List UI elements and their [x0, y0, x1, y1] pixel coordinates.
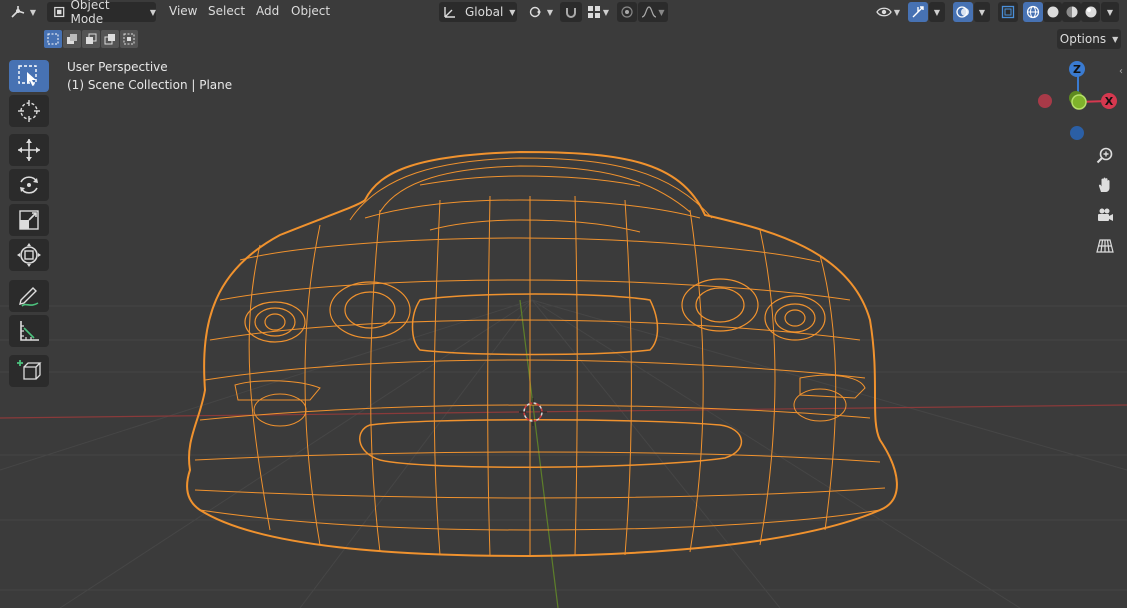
neg-x-axis-dot[interactable] [1038, 94, 1052, 108]
options-label: Options [1059, 32, 1107, 46]
wireframe-sphere-icon [1026, 5, 1040, 19]
gizmo-icon [912, 6, 924, 18]
chevron-down-icon: ▼ [149, 7, 156, 17]
falloff-dropdown[interactable]: ▼ [638, 2, 668, 22]
zoom-icon [1096, 147, 1113, 164]
pivot-point-icon [529, 6, 541, 18]
select-subtract-button[interactable] [82, 30, 100, 48]
overlays-toggle[interactable] [953, 2, 973, 22]
select-new-icon [47, 33, 59, 45]
tool-select-box[interactable] [9, 60, 49, 92]
view-name: User Perspective [67, 60, 168, 74]
material-sphere-icon [1066, 6, 1077, 18]
y-axis-line [519, 299, 559, 608]
cursor-icon [18, 100, 40, 122]
tool-transform[interactable] [9, 239, 49, 271]
select-difference-button[interactable] [101, 30, 119, 48]
tool-move[interactable] [9, 134, 49, 166]
pivot-dropdown[interactable]: ▼ [526, 2, 556, 22]
measure-icon [20, 321, 39, 341]
xray-toggle[interactable] [998, 2, 1018, 22]
editor-type-button[interactable]: ▼ [6, 2, 40, 22]
eye-icon [876, 7, 892, 17]
falloff-curve-icon [642, 6, 657, 18]
select-new-button[interactable] [44, 30, 62, 48]
tool-scale[interactable] [9, 204, 49, 236]
xray-icon [1001, 5, 1015, 19]
x-axis-line [0, 404, 1127, 419]
annotate-icon [19, 287, 39, 307]
menu-add[interactable]: Add [256, 4, 279, 18]
proportional-edit-toggle[interactable] [617, 2, 637, 22]
pan-button[interactable] [1093, 173, 1117, 197]
object-mode-icon [54, 6, 65, 18]
tool-cursor[interactable] [9, 95, 49, 127]
ortho-toggle-button[interactable] [1093, 234, 1117, 258]
move-icon [18, 139, 40, 161]
scale-icon [19, 210, 39, 230]
camera-view-button[interactable] [1093, 204, 1117, 228]
select-subtract-icon [86, 33, 97, 44]
transform-orientation-icon [444, 7, 455, 18]
select-box-icon [18, 65, 37, 86]
ground-grid [0, 299, 1127, 608]
solid-sphere-icon [1047, 6, 1058, 18]
orientation-label: Global [465, 5, 504, 19]
snap-grid-icon [587, 6, 600, 18]
select-extend-button[interactable] [63, 30, 81, 48]
tool-rotate[interactable] [9, 169, 49, 201]
camera-icon [1098, 208, 1113, 221]
gizmo-dropdown[interactable]: ▼ [929, 2, 945, 22]
select-intersect-button[interactable] [120, 30, 138, 48]
snap-toggle[interactable] [560, 2, 582, 22]
sidebar-toggle-arrow-icon[interactable]: ‹ [1119, 66, 1123, 77]
overlays-icon [956, 6, 969, 18]
visibility-dropdown[interactable]: ▼ [872, 2, 904, 22]
chevron-down-icon: ▼ [509, 7, 516, 17]
transform-icon [17, 243, 41, 267]
options-dropdown[interactable]: Options ▼ [1057, 29, 1121, 49]
zoom-button[interactable] [1093, 144, 1117, 168]
select-intersect-icon [123, 33, 135, 45]
magnet-icon [566, 8, 576, 18]
mode-dropdown[interactable]: Object Mode ▼ [47, 0, 156, 26]
tool-add-cube[interactable] [9, 355, 49, 387]
navigation-gizmo[interactable]: Z X [1030, 58, 1125, 148]
overlays-dropdown[interactable]: ▼ [974, 2, 990, 22]
shading-dropdown[interactable]: ▼ [1101, 2, 1119, 22]
gizmo-toggle[interactable] [908, 2, 928, 22]
select-extend-icon [67, 34, 77, 44]
mode-label: Object Mode [70, 0, 110, 26]
collection-info: (1) Scene Collection | Plane [67, 78, 233, 92]
y-axis-dot[interactable] [1071, 94, 1087, 110]
menu-view[interactable]: View [169, 4, 197, 18]
shading-material-button[interactable] [1062, 2, 1081, 22]
shading-rendered-button[interactable] [1081, 2, 1100, 22]
shading-wireframe-button[interactable] [1023, 2, 1043, 22]
rotate-icon [20, 176, 38, 194]
grid-perspective-icon [1096, 239, 1114, 253]
viewport-header: ▼ Object Mode ▼ View Select Add Object G… [0, 0, 1127, 26]
tool-annotate[interactable] [9, 280, 49, 312]
chevron-down-icon: ▼ [1112, 34, 1119, 44]
axes-editor-icon [11, 6, 25, 18]
car-wireframe[interactable] [186, 150, 898, 558]
hand-icon [1098, 177, 1110, 192]
proportional-edit-icon [621, 6, 633, 18]
rendered-sphere-icon [1085, 6, 1096, 18]
menu-select[interactable]: Select [208, 4, 245, 18]
x-axis-label: X [1105, 95, 1114, 108]
tool-measure[interactable] [9, 315, 49, 347]
neg-z-axis-dot[interactable] [1070, 126, 1084, 140]
shading-solid-button[interactable] [1043, 2, 1062, 22]
z-axis-label: Z [1073, 63, 1081, 76]
snap-target-dropdown[interactable]: ▼ [583, 2, 613, 22]
add-cube-icon [17, 360, 42, 380]
orientation-dropdown[interactable]: Global ▼ [439, 2, 517, 22]
menu-object[interactable]: Object [291, 4, 330, 18]
select-difference-icon [104, 34, 115, 45]
selection-mode-group [44, 30, 138, 48]
